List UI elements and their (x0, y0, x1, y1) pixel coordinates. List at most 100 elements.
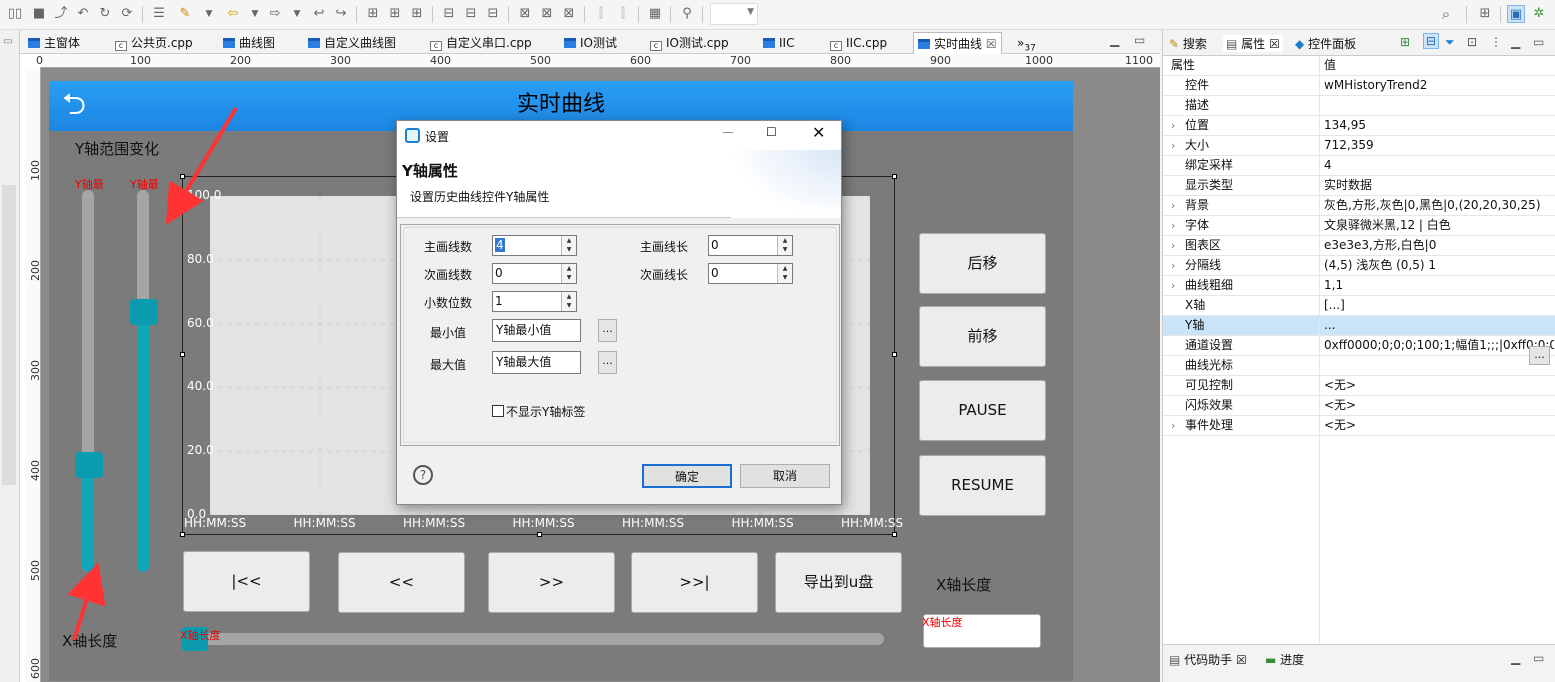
maximize-icon[interactable]: ▭ (1533, 651, 1544, 665)
close-icon[interactable]: ☒ (1236, 653, 1247, 667)
refresh-icon[interactable]: ↻ (96, 5, 114, 23)
y-max-slider-knob[interactable] (130, 299, 158, 326)
tab-control-panel[interactable]: ◆ 控件面板 (1295, 35, 1356, 52)
property-row[interactable]: › 字体 文泉驿微米黑,12 | 白色 (1163, 216, 1555, 236)
property-row[interactable]: › 事件处理 <无> (1163, 416, 1555, 436)
spinner-arrows-icon[interactable]: ▲ ▼ (777, 264, 792, 283)
back-icon[interactable]: ⮌ (62, 88, 120, 122)
tab-iic[interactable]: IIC (763, 32, 794, 54)
restore-icon[interactable]: ▭ (3, 36, 12, 47)
same-size-icon[interactable]: ⊠ (560, 5, 578, 23)
tab-realtime-curve[interactable]: 实时曲线 ☒ (913, 32, 1002, 54)
align-left-icon[interactable]: ⊞ (364, 5, 382, 23)
property-row[interactable]: › 背景 灰色,方形,灰色|0,黑色|0,(20,20,30,25) (1163, 196, 1555, 216)
minimize-icon[interactable]: ▁ (1511, 651, 1520, 665)
loop-icon[interactable]: ⟳ (118, 5, 136, 23)
vspace-icon[interactable]: ⫿ (614, 5, 632, 23)
tab-curve[interactable]: 曲线图 (223, 32, 275, 54)
maximize-icon[interactable]: ▭ (1134, 33, 1145, 47)
brush-icon[interactable]: ✎ (176, 5, 194, 23)
dropdown-icon[interactable]: ▼ (200, 5, 218, 23)
layout-icon[interactable]: ▯▯ (6, 5, 24, 23)
resize-handle[interactable] (180, 532, 185, 537)
tab-custom-serial-cpp[interactable]: c 自定义串口.cpp (430, 32, 532, 54)
x-length-slider-track[interactable] (182, 633, 884, 645)
pause-button[interactable]: PAUSE (919, 380, 1046, 441)
resize-handle[interactable] (180, 352, 185, 357)
forward-shift-button[interactable]: 前移 (919, 306, 1046, 367)
redo-icon[interactable]: ↪ (332, 5, 350, 23)
resume-button[interactable]: RESUME (919, 455, 1046, 516)
minor-len-spinner[interactable]: 0 ▲ ▼ (708, 263, 793, 284)
vertical-scrollbar[interactable] (2, 185, 16, 485)
property-row[interactable]: 控件 wMHistoryTrend2 (1163, 76, 1555, 96)
resize-handle[interactable] (537, 532, 542, 537)
design-perspective-icon[interactable]: ▣ (1507, 5, 1525, 23)
hspace-icon[interactable]: ⫿ (592, 5, 610, 23)
export-usb-button[interactable]: 导出到u盘 (775, 552, 902, 613)
tab-common-page-cpp[interactable]: c 公共页.cpp (115, 32, 193, 54)
tree-icon[interactable]: ⊟ (1423, 33, 1440, 49)
tab-progress[interactable]: ▬ 进度 (1265, 651, 1304, 668)
property-row[interactable]: 通道设置 0xff0000;0;0;0;100;1;幅值1;;;|0xff0;0;… (1163, 336, 1555, 356)
property-row[interactable]: 显示类型 实时数据 (1163, 176, 1555, 196)
align-middle-icon[interactable]: ⊟ (462, 5, 480, 23)
spinner-arrows-icon[interactable]: ▲ ▼ (561, 236, 576, 255)
y-axis-browse-button[interactable]: ... (1529, 346, 1550, 365)
property-row[interactable]: 可见控制 <无> (1163, 376, 1555, 396)
advanced-icon[interactable]: ⊡ (1467, 35, 1477, 49)
close-icon[interactable]: ☒ (986, 37, 997, 51)
zoom-combo[interactable]: ▼ (710, 3, 758, 25)
property-row[interactable]: › 曲线粗细 1,1 (1163, 276, 1555, 296)
stop-icon[interactable]: ■ (30, 5, 48, 23)
undo-icon[interactable]: ↩ (310, 5, 328, 23)
tab-main-window[interactable]: 主窗体 (28, 32, 80, 54)
dropdown-icon[interactable]: ▼ (246, 5, 264, 23)
resize-handle[interactable] (892, 174, 897, 179)
maximize-icon[interactable]: ▭ (1533, 35, 1544, 49)
expand-icon[interactable]: › (1171, 256, 1175, 275)
debug-perspective-icon[interactable]: ✲ (1530, 5, 1548, 23)
tab-code-assist[interactable]: ▤ 代码助手 ☒ (1169, 651, 1247, 668)
same-height-icon[interactable]: ⊠ (538, 5, 556, 23)
minor-count-spinner[interactable]: 0 ▲ ▼ (492, 263, 577, 284)
ok-button[interactable]: 确定 (642, 464, 732, 488)
open-perspective-icon[interactable]: ⊞ (1476, 5, 1494, 23)
expand-icon[interactable]: › (1171, 196, 1175, 215)
back-shift-button[interactable]: 后移 (919, 233, 1046, 294)
property-row[interactable]: 闪烁效果 <无> (1163, 396, 1555, 416)
resize-handle[interactable] (892, 532, 897, 537)
tab-custom-curve[interactable]: 自定义曲线图 (308, 32, 396, 54)
minimize-icon[interactable]: — (722, 125, 734, 139)
property-row[interactable]: › 图表区 e3e3e3,方形,白色|0 (1163, 236, 1555, 256)
property-row[interactable]: X轴 [...] (1163, 296, 1555, 316)
tab-search[interactable]: ✎ 搜索 (1169, 35, 1207, 52)
align-bottom-icon[interactable]: ⊟ (484, 5, 502, 23)
decimals-spinner[interactable]: 1 ▲ ▼ (492, 291, 577, 312)
search-icon[interactable]: ⌕ (1437, 5, 1455, 23)
expand-icon[interactable]: › (1171, 276, 1175, 295)
pin-icon[interactable]: ⚲ (678, 5, 696, 23)
help-icon[interactable]: ? (413, 465, 433, 485)
cancel-button[interactable]: 取消 (740, 464, 830, 488)
link-icon[interactable]: ⤴ (52, 5, 70, 23)
property-row[interactable]: › 分隔线 (4,5) 浅灰色 (0,5) 1 (1163, 256, 1555, 276)
tab-overflow[interactable]: »37 (1017, 32, 1036, 54)
spinner-arrows-icon[interactable]: ▲ ▼ (777, 236, 792, 255)
property-row[interactable]: › 位置 134,95 (1163, 116, 1555, 136)
expand-icon[interactable]: › (1171, 216, 1175, 235)
last-page-button[interactable]: >>| (631, 552, 758, 613)
minimize-icon[interactable]: ▁ (1110, 33, 1119, 47)
view-menu-icon[interactable]: ⋮ (1490, 35, 1502, 49)
expand-icon[interactable]: › (1171, 136, 1175, 155)
min-value-browse-button[interactable]: ... (598, 319, 617, 342)
close-icon[interactable]: ☒ (1269, 37, 1280, 51)
close-icon[interactable]: ✕ (812, 123, 825, 142)
max-value-browse-button[interactable]: ... (598, 351, 617, 374)
property-row[interactable]: 绑定采样 4 (1163, 156, 1555, 176)
major-len-spinner[interactable]: 0 ▲ ▼ (708, 235, 793, 256)
new-icon[interactable]: ⊞ (1400, 35, 1410, 49)
first-page-button[interactable]: |<< (183, 551, 310, 612)
resize-handle[interactable] (180, 174, 185, 179)
prev-page-button[interactable]: << (338, 552, 465, 613)
